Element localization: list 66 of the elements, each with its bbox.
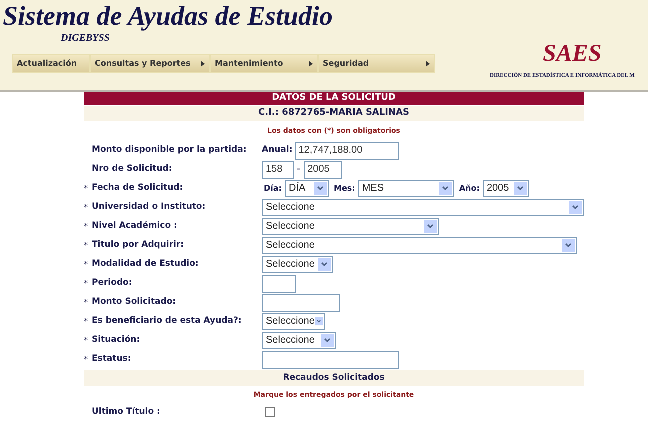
site-subtitle: DIGEBYSS xyxy=(60,32,111,46)
menu-item[interactable]: Consultas y Reportes xyxy=(90,54,210,73)
caret-right-icon xyxy=(426,60,430,66)
logo-text: SAES xyxy=(543,40,602,69)
caret-right-icon xyxy=(309,60,313,66)
dropdown[interactable]: MES xyxy=(358,180,454,197)
field-label: Periodo: xyxy=(92,277,132,290)
date-part-label: Mes: xyxy=(334,182,356,194)
date-part-label: Año: xyxy=(459,182,480,194)
chevron-down-icon xyxy=(318,258,331,271)
field-label: Situación: xyxy=(92,334,140,347)
required-asterisk: * xyxy=(84,220,88,232)
field-label: Fecha de Solicitud: xyxy=(92,182,184,195)
input-field[interactable]: 12,747,188.00 xyxy=(294,142,399,160)
input-field[interactable]: 2005 xyxy=(304,160,342,178)
chevron-down-icon xyxy=(314,315,323,328)
dropdown[interactable]: Seleccione xyxy=(262,218,439,235)
dropdown[interactable]: 2005 xyxy=(482,180,529,197)
required-asterisk: * xyxy=(84,258,88,270)
required-asterisk: * xyxy=(84,240,88,252)
separator-text: - xyxy=(297,163,301,177)
document-label: Ultimo Título : xyxy=(91,406,162,418)
field-label: Nro de Solicitud: xyxy=(92,163,172,176)
chevron-down-icon xyxy=(314,182,327,195)
required-asterisk: * xyxy=(84,354,88,366)
required-asterisk: * xyxy=(84,296,88,308)
required-asterisk: * xyxy=(84,202,88,214)
chevron-down-icon xyxy=(424,220,437,233)
field-label: Monto Solicitado: xyxy=(92,296,176,309)
field-label: Es beneficiario de esta Ayuda?: xyxy=(92,315,242,328)
required-asterisk: * xyxy=(84,182,88,194)
field-label: Titulo por Adquirir: xyxy=(92,239,184,252)
required-asterisk: * xyxy=(84,278,88,290)
dropdown[interactable]: Seleccione xyxy=(262,199,584,216)
menu-item[interactable]: Mantenimiento xyxy=(210,54,318,73)
field-label: Nivel Académico : xyxy=(92,220,178,233)
field-label: Monto disponible por la partida: xyxy=(92,144,247,157)
chevron-down-icon xyxy=(514,182,527,195)
input-field[interactable] xyxy=(262,350,399,368)
chevron-down-icon xyxy=(562,239,575,252)
input-field[interactable] xyxy=(262,274,296,292)
documents-title-bar: Recaudos Solicitados xyxy=(84,370,584,386)
dropdown[interactable]: Seleccione xyxy=(262,313,325,330)
date-part-label: Día: xyxy=(264,182,282,194)
required-asterisk: * xyxy=(84,316,88,328)
required-asterisk: * xyxy=(84,334,88,346)
applicant-bar: C.I.: 6872765-MARIA SALINAS xyxy=(84,106,584,121)
chevron-down-icon xyxy=(569,201,582,214)
chevron-down-icon xyxy=(439,182,452,195)
caret-right-icon xyxy=(201,60,205,66)
dropdown[interactable]: DÍA xyxy=(284,180,329,197)
dropdown[interactable]: Seleccione xyxy=(262,256,333,273)
checkbox[interactable] xyxy=(265,407,275,417)
site-title: Sistema de Ayudas de Estudio xyxy=(2,0,334,31)
field-label: Universidad o Instituto: xyxy=(92,201,206,214)
chevron-down-icon xyxy=(321,334,334,347)
field-prefix: Anual: xyxy=(262,144,293,157)
menu-item[interactable]: Seguridad xyxy=(318,54,435,73)
input-field[interactable] xyxy=(262,294,340,312)
dropdown[interactable]: Seleccione xyxy=(262,332,336,349)
menu-item[interactable]: Actualización xyxy=(12,54,90,73)
field-label: Estatus: xyxy=(92,353,132,366)
section-title-bar: DATOS DE LA SOLICITUD xyxy=(84,92,584,105)
input-field[interactable]: 158 xyxy=(262,160,294,178)
field-label: Modalidad de Estudio: xyxy=(92,258,199,271)
dropdown[interactable]: Seleccione xyxy=(262,237,577,254)
